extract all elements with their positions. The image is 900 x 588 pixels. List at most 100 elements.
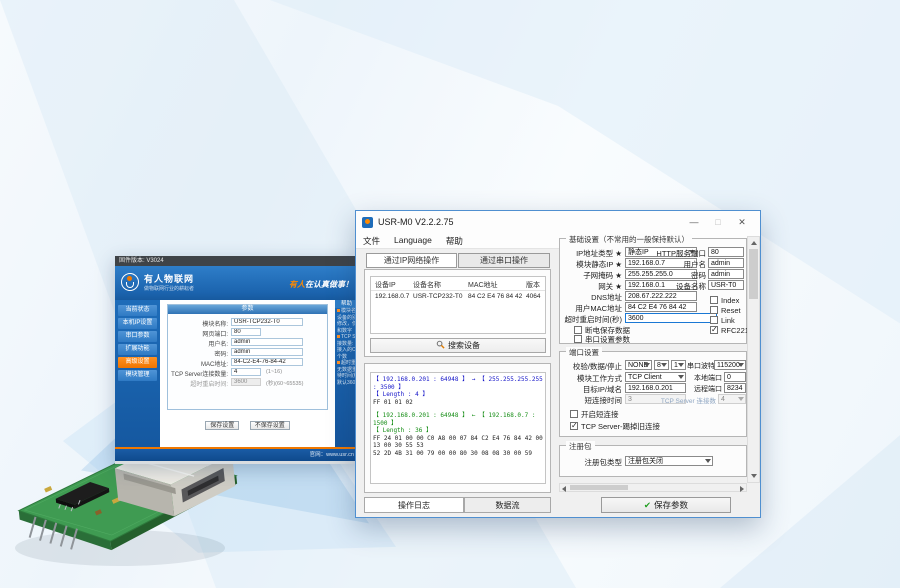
- search-device-label: 搜索设备: [448, 341, 480, 350]
- checkbox-box[interactable]: [570, 422, 578, 430]
- web-sidebar: 当前状态 本机IP设置 串口参数 扩展功能 高级设置 模块管理: [115, 300, 160, 447]
- module-name-input[interactable]: USR-TCP232-T0: [231, 318, 303, 326]
- user-mac-input[interactable]: 84 C2 E4 76 84 42: [625, 302, 697, 312]
- window-title: USR-M0 V2.2.2.75: [378, 217, 682, 227]
- brand-slogan: 有人在认真做事！: [289, 279, 353, 290]
- discard-settings-button[interactable]: 不保存设置: [250, 421, 290, 430]
- http-port-input[interactable]: 80: [708, 247, 744, 257]
- checkbox-reset[interactable]: Reset: [710, 306, 741, 316]
- web-form-buttons: 保存设置 不保存设置: [167, 414, 328, 424]
- checkbox-box[interactable]: [570, 410, 578, 418]
- tab-data-stream[interactable]: 数据流: [464, 497, 551, 513]
- table-row-mac[interactable]: 84 C2 E4 76 84 42: [468, 293, 524, 300]
- search-icon: [436, 340, 445, 349]
- tab-search-by-ip[interactable]: 通过IP网络操作: [366, 253, 457, 268]
- scroll-up-arrow-icon[interactable]: [751, 241, 757, 245]
- parity-select[interactable]: NONE: [625, 360, 652, 370]
- marketing-scene: { "colors": { "accent_blue": "#1e6cb9", …: [0, 0, 900, 588]
- checkbox-serial-setup[interactable]: 串口设置参数: [574, 335, 630, 345]
- checkbox-box[interactable]: [710, 306, 718, 314]
- row-http-port: 80: [560, 247, 748, 258]
- tcp-conn-input[interactable]: 4: [231, 368, 261, 376]
- scrollbar-thumb[interactable]: [570, 485, 628, 490]
- params-panel: 参数 模块名称: USR-TCP232-T0 网页端口: 80 用户名: adm: [167, 304, 328, 410]
- form-row-tcp-conn: TCP Server连接数量: 4 (1~16): [168, 367, 327, 377]
- work-mode-select[interactable]: TCP Client: [625, 372, 686, 382]
- minimize-button[interactable]: —: [682, 211, 706, 233]
- row-reg-type: 注册包类型 注册包关闭: [560, 456, 748, 467]
- tcp-conn-hint: (1~16): [266, 369, 282, 375]
- port-settings-group: 端口设置 校验/数据/停止 NONE 8 1 串口波特率 115200 模块工作…: [559, 351, 747, 437]
- col-device-name: 设备名称: [413, 280, 467, 290]
- password-field[interactable]: admin: [708, 269, 744, 279]
- row-subnet: 子网掩码 ★ 255.255.255.0 密码 admin: [560, 269, 748, 280]
- mac-input[interactable]: 84-C2-E4-76-84-42: [231, 358, 303, 366]
- checkbox-box[interactable]: [710, 296, 718, 304]
- usr-m0-window: USR-M0 V2.2.2.75 — □ ✕ 文件 Language 帮助 通过…: [355, 210, 761, 518]
- dns-input[interactable]: 208.67.222.222: [625, 291, 697, 301]
- web-main: 参数 模块名称: USR-TCP232-T0 网页端口: 80 用户名: adm: [160, 300, 335, 447]
- username-field[interactable]: admin: [708, 258, 744, 268]
- sidebar-item-module-mgmt[interactable]: 模块管理: [118, 370, 157, 381]
- settings-vertical-scrollbar[interactable]: [747, 236, 760, 483]
- target-ip-input[interactable]: 192.168.0.201: [625, 383, 686, 393]
- local-port-input[interactable]: 0: [724, 372, 746, 382]
- registration-title: 注册包: [566, 441, 595, 452]
- databits-select[interactable]: 8: [654, 360, 669, 370]
- save-settings-button[interactable]: 保存设置: [205, 421, 239, 430]
- table-row-name[interactable]: USR-TCP232-T0: [413, 293, 467, 300]
- log-line: 【 192.168.0.201 : 64948 】 → 【 255.255.25…: [373, 376, 543, 391]
- settings-horizontal-scrollbar[interactable]: [559, 483, 747, 492]
- baud-select[interactable]: 115200: [714, 360, 746, 370]
- sidebar-item-local-ip[interactable]: 本机IP设置: [118, 318, 157, 329]
- password-input[interactable]: admin: [231, 348, 303, 356]
- sidebar-item-serial[interactable]: 串口参数: [118, 331, 157, 342]
- reg-type-select[interactable]: 注册包关闭: [625, 456, 713, 466]
- device-name-field[interactable]: USR-T0: [708, 280, 744, 290]
- firmware-version-label: 固件版本: V3024: [119, 258, 164, 264]
- sidebar-item-advanced[interactable]: 高级设置: [118, 357, 157, 368]
- scroll-down-arrow-icon[interactable]: [751, 474, 757, 478]
- col-mac: MAC地址: [468, 280, 524, 290]
- menu-language[interactable]: Language: [387, 233, 439, 248]
- table-row-ip[interactable]: 192.168.0.7: [375, 293, 411, 300]
- web-body: 当前状态 本机IP设置 串口参数 扩展功能 高级设置 模块管理 参数 模块名称:…: [115, 300, 358, 447]
- save-params-button[interactable]: ✔保存参数: [601, 497, 731, 513]
- checkbox-box[interactable]: [574, 335, 582, 343]
- search-device-button[interactable]: 搜索设备: [370, 338, 546, 353]
- scrollbar-thumb[interactable]: [749, 249, 758, 299]
- checkbox-index[interactable]: Index: [710, 296, 739, 306]
- device-table[interactable]: 设备IP 设备名称 MAC地址 版本 192.168.0.7 USR-TCP23…: [370, 276, 546, 334]
- stopbits-select[interactable]: 1: [671, 360, 686, 370]
- checkbox-box[interactable]: [710, 326, 718, 334]
- log-line: 【 Length : 36 】: [373, 427, 543, 435]
- username-input[interactable]: admin: [231, 338, 303, 346]
- scroll-right-arrow-icon[interactable]: [740, 486, 744, 492]
- web-port-input[interactable]: 80: [231, 328, 261, 336]
- tab-operation-log[interactable]: 操作日志: [364, 497, 464, 513]
- device-list-group: 设备IP 设备名称 MAC地址 版本 192.168.0.7 USR-TCP23…: [364, 269, 551, 357]
- remote-port-input[interactable]: 8234: [724, 383, 746, 393]
- tab-search-by-serial[interactable]: 通过串口操作: [458, 253, 550, 268]
- menu-help[interactable]: 帮助: [439, 233, 470, 248]
- checkbox-kick-old-conn[interactable]: TCP Server-踢掉旧连接: [570, 422, 660, 432]
- maximize-button[interactable]: □: [706, 211, 730, 233]
- log-line: 52 2D 4B 31 00 79 00 00 80 30 08 08 30 0…: [373, 450, 543, 458]
- timeout-restart-input[interactable]: 3600: [625, 313, 717, 323]
- log-output[interactable]: 【 192.168.0.201 : 64948 】 → 【 255.255.25…: [370, 372, 546, 484]
- timeout-input: 3600: [231, 378, 261, 386]
- slogan-orange: 有人: [289, 280, 305, 289]
- checkbox-box[interactable]: [574, 326, 582, 334]
- m0-titlebar[interactable]: USR-M0 V2.2.2.75 — □ ✕: [356, 211, 760, 233]
- sidebar-item-expand[interactable]: 扩展功能: [118, 344, 157, 355]
- log-line: 【 Length : 4 】: [373, 391, 543, 399]
- basic-settings-group: 基础设置（不常用的一般保持默认） IP地址类型 ★ 静态IP HTTP服务端口 …: [559, 238, 747, 344]
- menu-file[interactable]: 文件: [356, 233, 387, 248]
- log-line: 【 192.168.0.201 : 64948 】 ← 【 192.168.0.…: [373, 412, 543, 427]
- checkbox-enable-short-conn[interactable]: 开启短连接: [570, 410, 619, 420]
- checkbox-box[interactable]: [710, 316, 718, 324]
- sidebar-item-status[interactable]: 当前状态: [118, 305, 157, 316]
- scroll-left-arrow-icon[interactable]: [562, 486, 566, 492]
- close-button[interactable]: ✕: [730, 211, 754, 233]
- table-row-version[interactable]: 4064: [526, 293, 546, 300]
